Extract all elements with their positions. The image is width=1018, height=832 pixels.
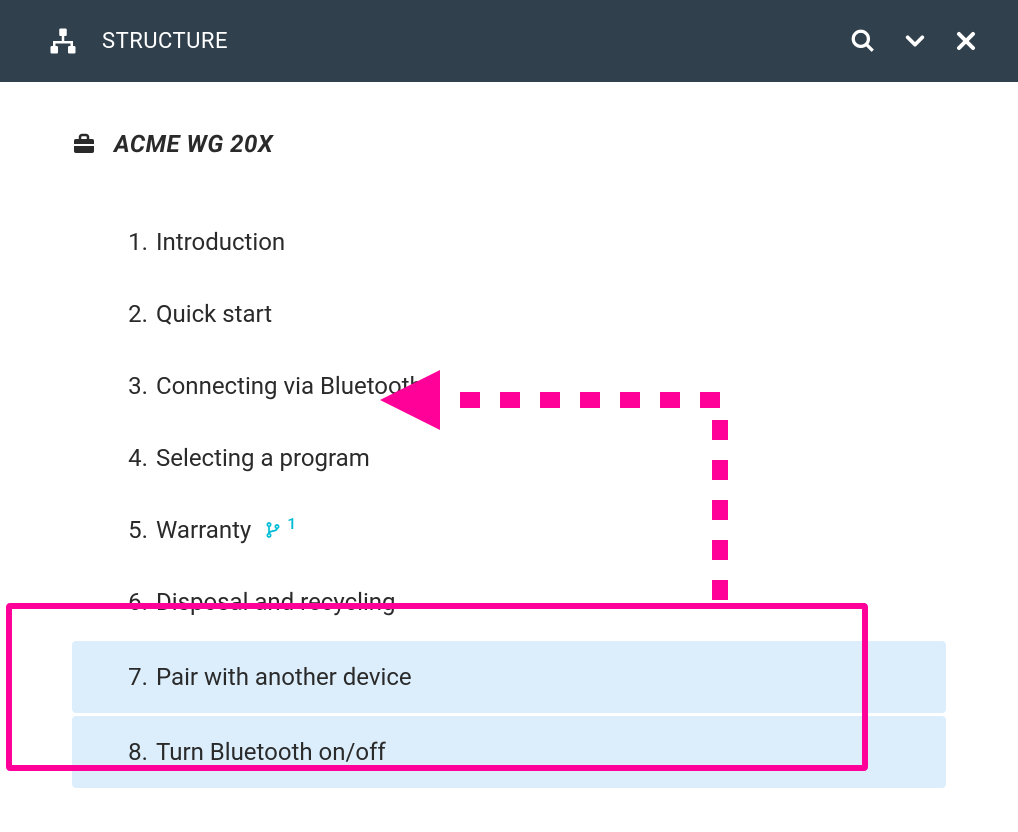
header-left: STRUCTURE xyxy=(48,26,850,56)
toc-item-label: Connecting via Bluetooth xyxy=(156,372,423,400)
toc-item[interactable]: 4. Selecting a program xyxy=(72,422,946,494)
toc-list: 1. Introduction 2. Quick start 3. Connecting … xyxy=(72,206,946,788)
branch-badge: 1 xyxy=(265,520,294,540)
header-actions xyxy=(850,28,978,54)
toc-item[interactable]: 5. Warranty 1 xyxy=(72,494,946,566)
project-title: ACME WG 20X xyxy=(114,130,273,158)
toc-item[interactable]: 7. Pair with another device xyxy=(72,641,946,713)
branch-icon xyxy=(265,520,281,540)
toc-item-number: 8. xyxy=(108,738,148,766)
toc-item-label: Pair with another device xyxy=(156,663,412,691)
toc-item-number: 3. xyxy=(108,372,148,400)
toc-item-number: 4. xyxy=(108,444,148,472)
toc-item-number: 5. xyxy=(108,516,148,544)
toc-item-label: Disposal and recycling xyxy=(156,588,396,616)
search-icon[interactable] xyxy=(850,28,876,54)
sitemap-icon xyxy=(48,26,78,56)
toc-item[interactable]: 3. Connecting via Bluetooth xyxy=(72,350,946,422)
content-area: ACME WG 20X 1. Introduction 2. Quick start 3… xyxy=(0,82,1018,788)
briefcase-icon xyxy=(72,132,96,156)
toc-item[interactable]: 2. Quick start xyxy=(72,278,946,350)
toc-item-label: Selecting a program xyxy=(156,444,370,472)
toc-item[interactable]: 1. Introduction xyxy=(72,206,946,278)
toc-item-label: Warranty xyxy=(156,516,251,544)
toc-item[interactable]: 6. Disposal and recycling xyxy=(72,566,946,638)
toc-item[interactable]: 8. Turn Bluetooth on/off xyxy=(72,716,946,788)
chevron-down-icon[interactable] xyxy=(904,30,926,52)
close-icon[interactable] xyxy=(954,29,978,53)
toc-item-number: 1. xyxy=(108,228,148,256)
project-row[interactable]: ACME WG 20X xyxy=(72,130,946,158)
header-title: STRUCTURE xyxy=(102,29,228,54)
toc-item-label: Introduction xyxy=(156,228,285,256)
branch-count: 1 xyxy=(287,516,296,532)
toc-item-number: 7. xyxy=(108,663,148,691)
header-bar: STRUCTURE xyxy=(0,0,1018,82)
toc-item-number: 2. xyxy=(108,300,148,328)
toc-item-label: Turn Bluetooth on/off xyxy=(156,738,386,766)
toc-item-number: 6. xyxy=(108,588,148,616)
toc-item-label: Quick start xyxy=(156,300,272,328)
